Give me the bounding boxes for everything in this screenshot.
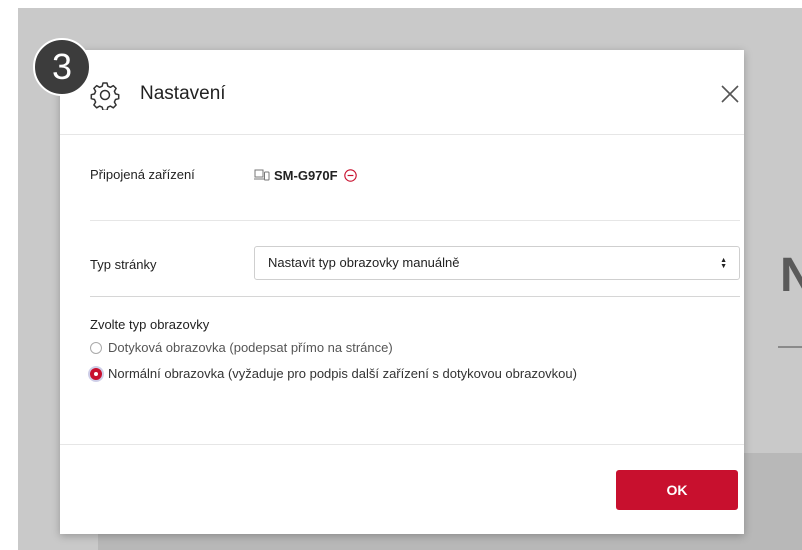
section-divider [90,296,740,297]
background-heading-fragment: N [780,249,802,302]
close-icon[interactable] [720,84,740,104]
radio-option-label: Dotyková obrazovka (podepsat přímo na st… [108,340,393,355]
page-type-selected-value: Nastavit typ obrazovky manuálně [268,255,460,270]
device-name: SM-G970F [274,167,338,183]
screen-type-label: Zvolte typ obrazovky [90,317,210,332]
remove-circle-icon[interactable] [343,168,357,182]
dialog-header: Nastavení [60,50,744,135]
page-type-label: Typ stránky [90,257,157,272]
radio-button-selected[interactable] [90,367,102,380]
section-divider [90,220,740,221]
settings-dialog: Nastavení Připojená zařízení SM-G970F Ty… [60,50,744,534]
ok-button[interactable]: OK [616,470,738,510]
select-arrows-icon: ▲ ▼ [720,257,727,270]
connected-device: SM-G970F [254,165,361,185]
devices-icon [254,169,270,181]
step-number-badge: 3 [33,38,91,96]
radio-option-normal-screen[interactable]: Normální obrazovka (vyžaduje pro podpis … [90,366,577,381]
radio-option-touch-screen[interactable]: Dotyková obrazovka (podepsat přímo na st… [90,340,393,355]
page-type-select[interactable]: Nastavit typ obrazovky manuálně ▲ ▼ [254,246,740,280]
dialog-footer-divider [60,444,744,445]
background-divider [778,346,802,348]
radio-option-label: Normální obrazovka (vyžaduje pro podpis … [108,366,577,381]
gear-icon [90,82,120,110]
dialog-title: Nastavení [140,83,226,104]
connected-devices-label: Připojená zařízení [90,167,195,182]
radio-button[interactable] [90,341,102,354]
